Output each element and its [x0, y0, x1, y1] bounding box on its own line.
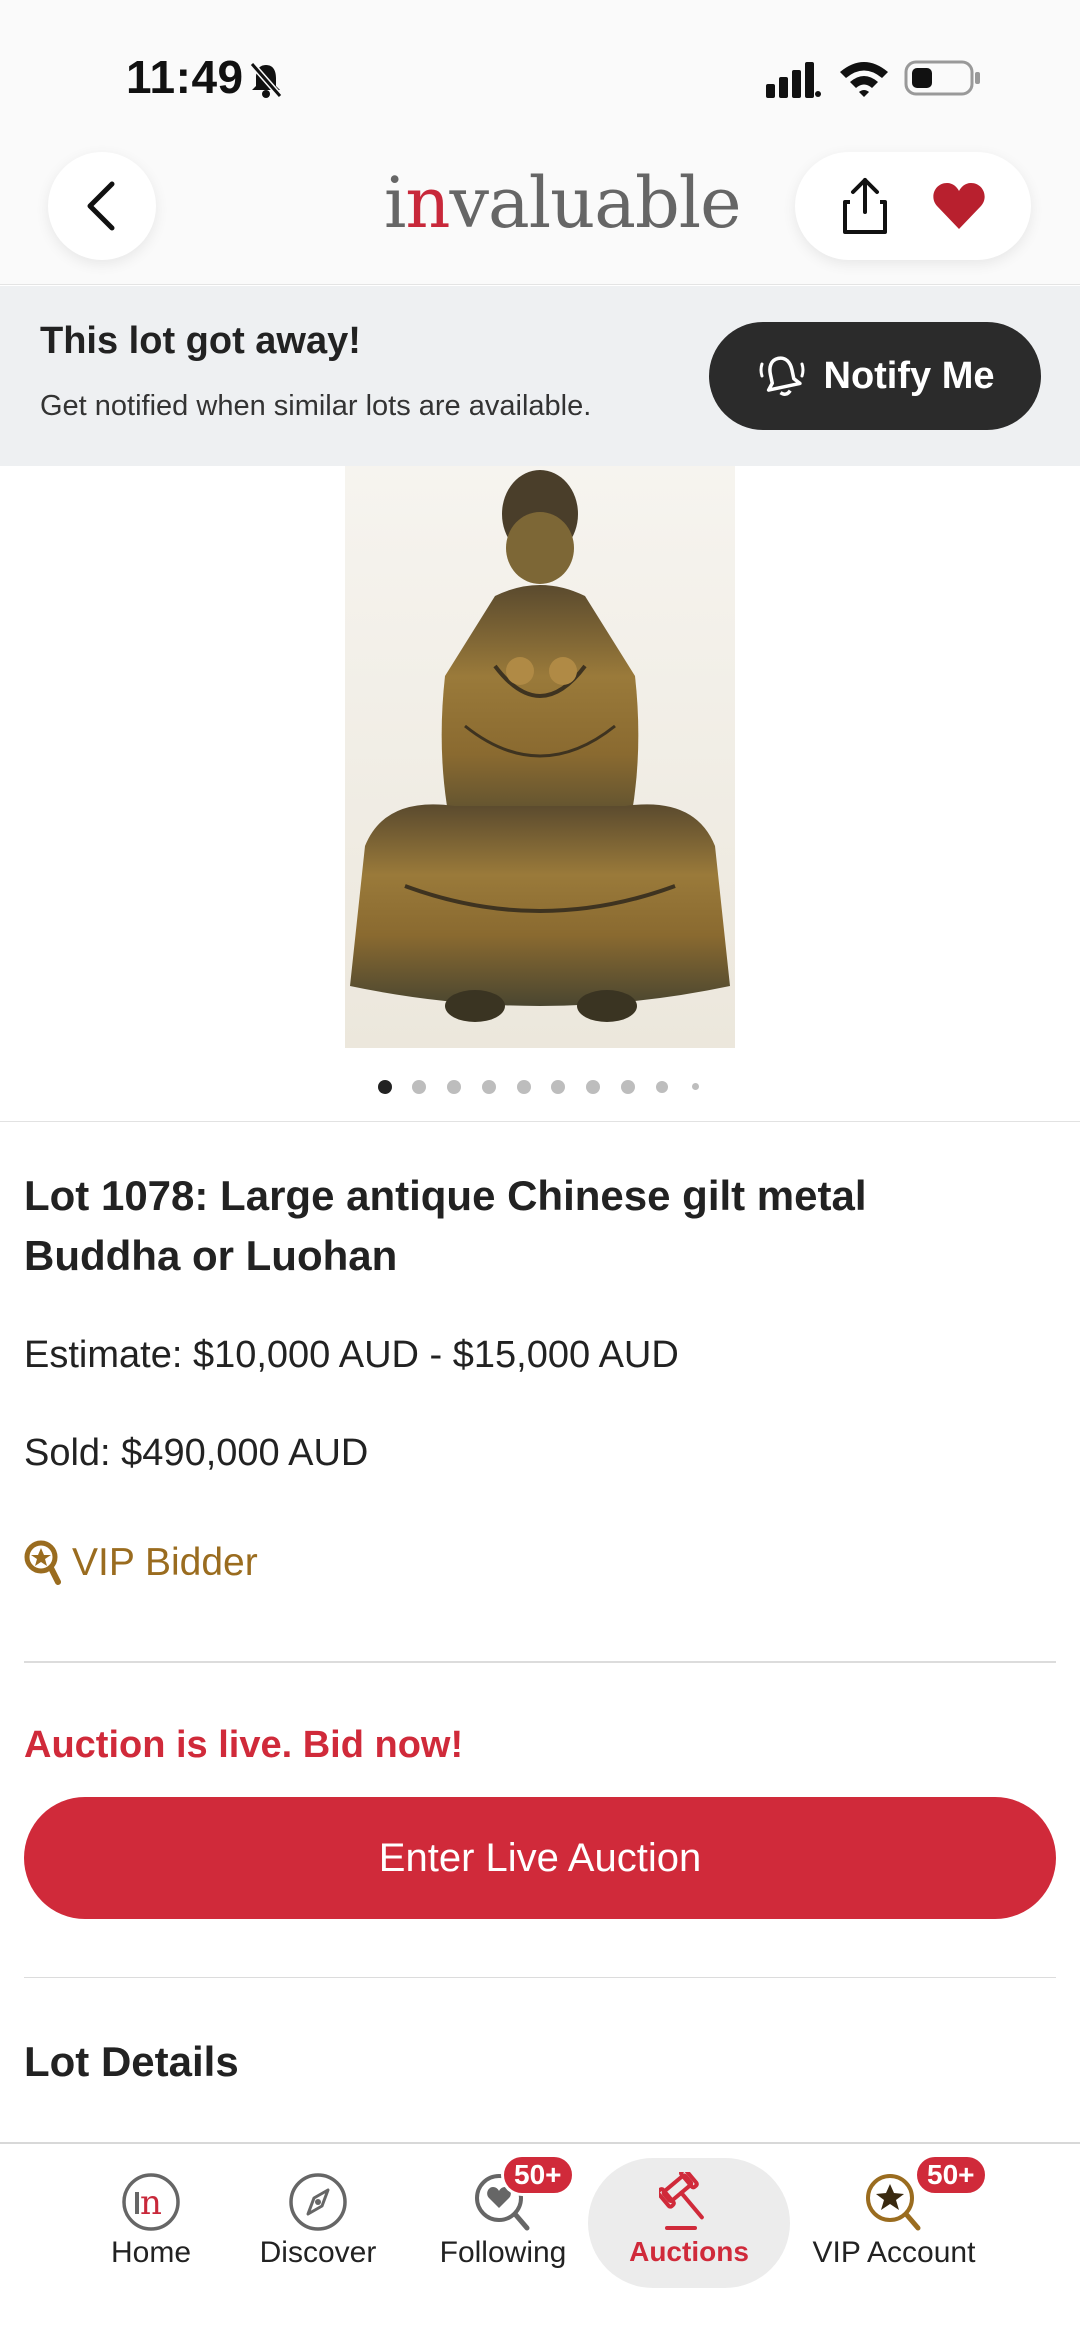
enter-live-auction-button[interactable]: Enter Live Auction: [24, 1797, 1056, 1919]
bottom-tab-bar: n Home Discover 50+ Following Auctions 5…: [0, 2142, 1080, 2347]
following-badge: 50+: [501, 2154, 575, 2196]
header-actions: [795, 152, 1031, 260]
tab-discover-label: Discover: [259, 2236, 377, 2269]
carousel-dot[interactable]: [586, 1080, 600, 1094]
notify-me-button[interactable]: Notify Me: [709, 322, 1041, 430]
tab-home-label: Home: [110, 2236, 192, 2269]
lot-details-heading[interactable]: Lot Details: [24, 2038, 239, 2086]
vip-bidder-badge[interactable]: VIP Bidder: [24, 1540, 258, 1586]
app-header: invaluable: [0, 140, 1080, 285]
tab-home[interactable]: n Home: [96, 2144, 206, 2294]
vip-badge-icon: [24, 1540, 61, 1585]
carousel-dot[interactable]: [692, 1083, 699, 1090]
lot-got-away-banner: This lot got away! Get notified when sim…: [0, 286, 1080, 466]
carousel-dot[interactable]: [656, 1081, 668, 1093]
lot-sold-price: Sold: $490,000 AUD: [24, 1432, 369, 1474]
carousel-dot[interactable]: [551, 1080, 565, 1094]
banner-subtitle: Get notified when similar lots are avail…: [40, 390, 592, 422]
gavel-icon: [656, 2167, 704, 2230]
bell-ringing-icon: [759, 356, 804, 396]
chevron-left-icon: [87, 181, 115, 231]
enter-live-auction-label: Enter Live Auction: [378, 1835, 702, 1880]
tab-discover[interactable]: Discover: [252, 2144, 384, 2294]
carousel-dot[interactable]: [517, 1080, 531, 1094]
carousel-dot[interactable]: [482, 1080, 496, 1094]
carousel-dot[interactable]: [621, 1080, 635, 1094]
banner-title: This lot got away!: [40, 320, 361, 362]
tab-vip-account-label: VIP Account: [812, 2236, 976, 2269]
notify-me-label: Notify Me: [823, 354, 995, 397]
wifi-icon: [840, 62, 888, 97]
section-divider: [24, 1661, 1056, 1663]
battery-icon: [904, 60, 980, 96]
lot-estimate: Estimate: $10,000 AUD - $15,000 AUD: [24, 1334, 679, 1376]
tab-auctions[interactable]: Auctions: [588, 2158, 790, 2288]
compass-icon: [289, 2173, 347, 2231]
svg-text:n: n: [140, 2183, 162, 2223]
favorite-heart-icon[interactable]: [932, 181, 986, 231]
auction-live-text: Auction is live. Bid now!: [24, 1724, 464, 1766]
status-bar: 11:49: [0, 0, 1080, 140]
carousel-dot[interactable]: [447, 1080, 461, 1094]
share-icon[interactable]: [840, 176, 890, 236]
lot-image[interactable]: [345, 466, 735, 1048]
vip-bidder-label: VIP Bidder: [72, 1541, 258, 1584]
status-time: 11:49: [126, 51, 244, 103]
tab-auctions-label: Auctions: [629, 2236, 749, 2267]
buddha-statue-image: [350, 470, 730, 1022]
image-divider: [0, 1121, 1080, 1122]
tab-following[interactable]: 50+ Following: [430, 2144, 576, 2294]
home-logo-icon: n: [122, 2173, 180, 2231]
carousel-dot[interactable]: [378, 1080, 392, 1094]
tab-vip-account[interactable]: 50+ VIP Account: [800, 2144, 988, 2294]
carousel-dot[interactable]: [412, 1080, 426, 1094]
bell-muted-icon: [249, 62, 283, 98]
section-divider: [24, 1977, 1056, 1978]
tab-following-label: Following: [439, 2236, 567, 2269]
image-carousel-dots[interactable]: [0, 1078, 1080, 1098]
invaluable-logo: invaluable: [384, 162, 742, 244]
back-button[interactable]: [48, 152, 156, 260]
cellular-signal-icon: [766, 62, 821, 98]
lot-title: Lot 1078: Large antique Chinese gilt met…: [24, 1172, 867, 1279]
vip-account-badge: 50+: [914, 2154, 988, 2196]
